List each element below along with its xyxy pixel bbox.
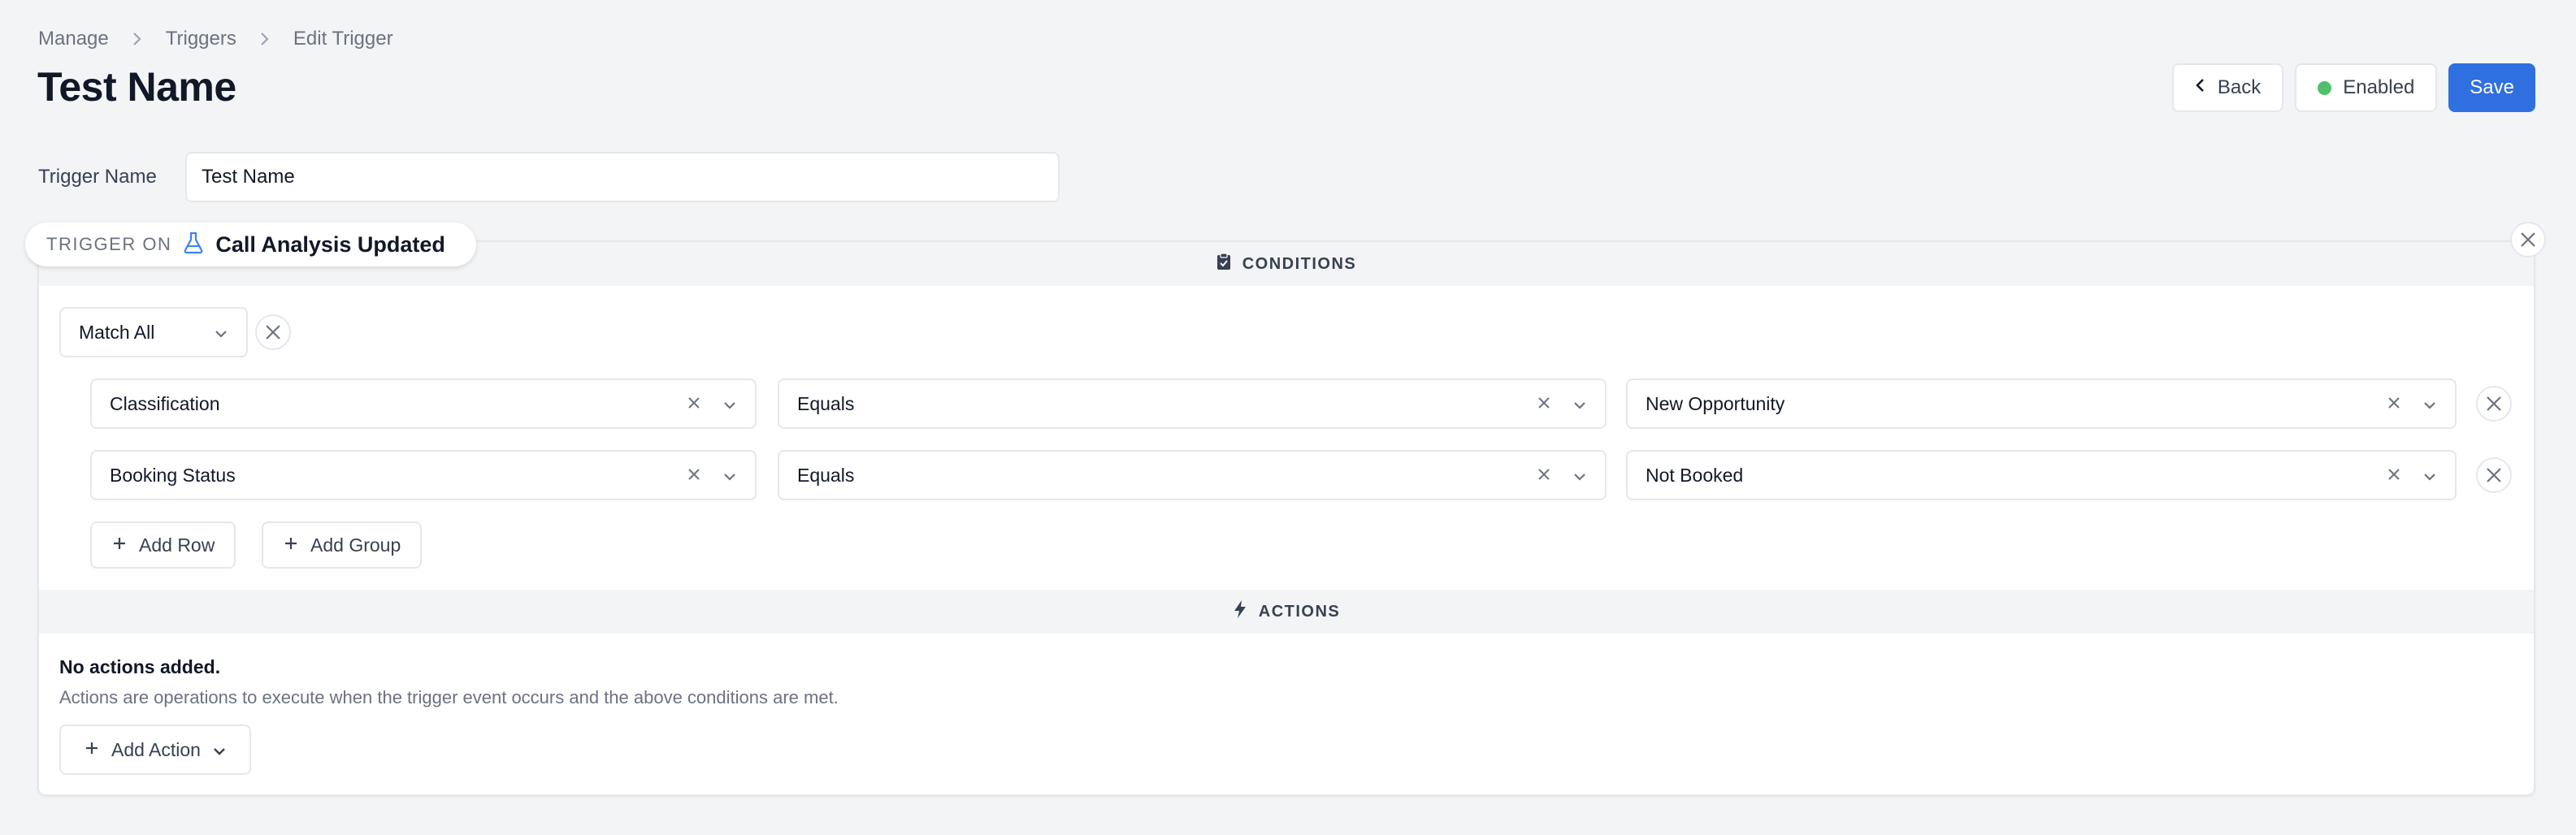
condition-field-value: Booking Status <box>110 464 236 486</box>
plus-icon <box>111 534 128 556</box>
bolt-icon <box>1233 599 1247 624</box>
chevron-down-icon <box>1572 465 1587 487</box>
remove-row-icon[interactable] <box>2476 386 2512 422</box>
trigger-on-label: TRIGGER ON <box>46 234 172 254</box>
condition-operator-select[interactable]: Equals <box>778 450 1607 500</box>
condition-field-select[interactable]: Classification <box>90 379 757 429</box>
trigger-panel: CONDITIONS Match All Classification Equa… <box>37 240 2535 796</box>
add-action-label: Add Action <box>111 738 201 760</box>
condition-value-value: Not Booked <box>1646 464 1744 486</box>
add-row-button[interactable]: Add Row <box>90 521 236 569</box>
condition-value-select[interactable]: Not Booked <box>1626 450 2457 500</box>
add-action-button[interactable]: Add Action <box>59 725 251 775</box>
chevron-down-icon <box>2422 393 2437 415</box>
back-button[interactable]: Back <box>2171 63 2284 112</box>
flask-icon <box>183 231 204 258</box>
trigger-on-pill[interactable]: TRIGGER ON Call Analysis Updated <box>25 223 476 266</box>
chevron-down-icon <box>2422 465 2437 487</box>
trigger-name-label: Trigger Name <box>38 166 157 188</box>
condition-value-select[interactable]: New Opportunity <box>1626 379 2457 429</box>
chevron-down-icon <box>212 739 227 761</box>
chevron-right-icon <box>132 31 143 47</box>
save-button[interactable]: Save <box>2448 63 2535 112</box>
match-mode-select[interactable]: Match All <box>59 307 248 357</box>
plus-icon <box>283 534 299 556</box>
breadcrumb: Manage Triggers Edit Trigger <box>38 28 393 50</box>
breadcrumb-triggers[interactable]: Triggers <box>166 28 236 50</box>
chevron-down-icon <box>1572 393 1587 415</box>
page-title: Test Name <box>37 64 236 110</box>
condition-field-value: Classification <box>110 392 220 414</box>
header-actions: Back Enabled Save <box>2171 63 2535 112</box>
clipboard-check-icon <box>1216 253 1231 275</box>
chevron-down-icon <box>722 393 737 415</box>
clear-icon[interactable] <box>2387 393 2401 415</box>
chevron-down-icon <box>722 465 737 487</box>
clear-icon[interactable] <box>687 465 701 487</box>
actions-title: ACTIONS <box>1258 602 1341 621</box>
chevron-down-icon <box>214 322 228 344</box>
condition-value-value: New Opportunity <box>1646 392 1785 414</box>
breadcrumb-edit-trigger: Edit Trigger <box>293 28 393 50</box>
add-group-button[interactable]: Add Group <box>262 521 423 569</box>
condition-field-select[interactable]: Booking Status <box>90 450 757 500</box>
actions-header: ACTIONS <box>39 590 2534 634</box>
trigger-on-value: Call Analysis Updated <box>215 231 445 257</box>
chevron-right-icon <box>259 31 271 47</box>
no-actions-description: Actions are operations to execute when t… <box>59 687 839 707</box>
plus-icon <box>84 739 100 761</box>
remove-group-icon[interactable] <box>255 314 291 350</box>
no-actions-title: No actions added. <box>59 656 221 677</box>
status-dot-icon <box>2318 80 2332 95</box>
clear-icon[interactable] <box>2387 465 2401 487</box>
add-group-label: Add Group <box>310 534 401 556</box>
add-row-label: Add Row <box>139 534 215 556</box>
clear-icon[interactable] <box>1537 393 1551 415</box>
condition-operator-value: Equals <box>797 464 855 486</box>
condition-operator-value: Equals <box>797 392 855 414</box>
clear-icon[interactable] <box>1537 465 1551 487</box>
close-icon[interactable] <box>2510 222 2546 257</box>
remove-row-icon[interactable] <box>2476 457 2512 493</box>
condition-operator-select[interactable]: Equals <box>778 379 1607 429</box>
breadcrumb-manage[interactable]: Manage <box>38 28 109 50</box>
save-label: Save <box>2470 76 2514 98</box>
enabled-toggle-button[interactable]: Enabled <box>2295 63 2438 112</box>
back-label: Back <box>2217 76 2262 98</box>
conditions-title: CONDITIONS <box>1242 254 1357 273</box>
trigger-name-input[interactable] <box>185 152 1060 202</box>
clear-icon[interactable] <box>687 393 701 415</box>
chevron-left-icon <box>2195 76 2206 99</box>
enabled-label: Enabled <box>2343 76 2415 98</box>
match-mode-value: Match All <box>79 321 155 343</box>
